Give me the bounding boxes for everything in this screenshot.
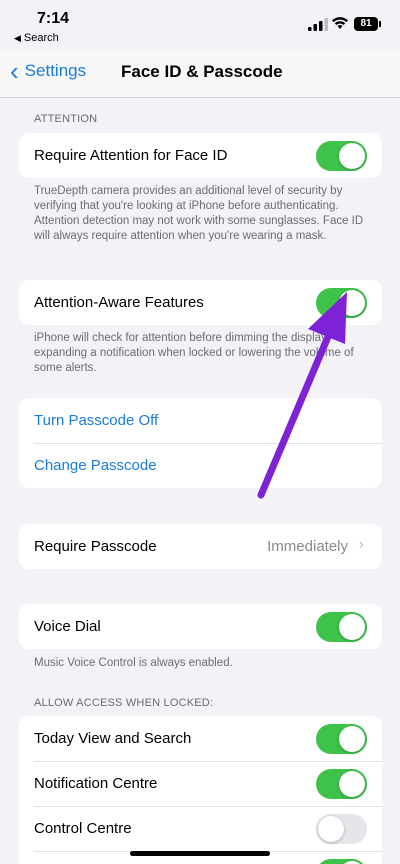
require-passcode-row[interactable]: Require Passcode Immediately ›	[19, 524, 382, 569]
chevron-right-icon: ›	[358, 536, 364, 553]
battery-indicator: 81	[354, 17, 378, 31]
require-attention-footer: TrueDepth camera provides an additional …	[34, 185, 364, 242]
require-passcode-value: Immediately	[267, 538, 348, 555]
home-indicator	[130, 851, 270, 856]
wifi-icon	[332, 17, 348, 29]
control-centre-label: Control Centre	[34, 820, 132, 837]
toggle-knob	[339, 614, 365, 640]
attention-aware-toggle[interactable]	[316, 288, 367, 318]
locked-access-row-today-view: Today View and Search	[19, 716, 382, 761]
notification-centre-label: Notification Centre	[34, 775, 158, 792]
require-passcode-group: Require Passcode Immediately ›	[19, 524, 382, 569]
require-attention-group: Require Attention for Face ID	[19, 133, 382, 178]
back-button-label: Settings	[24, 61, 87, 80]
status-time: 7:14	[37, 10, 70, 27]
section-header-locked-access: ALLOW ACCESS WHEN LOCKED:	[34, 697, 214, 709]
today-view-label: Today View and Search	[34, 730, 192, 747]
battery-tip	[379, 21, 381, 27]
require-attention-toggle[interactable]	[316, 141, 367, 171]
locked-access-group: Today View and Search Notification Centr…	[19, 716, 382, 864]
voice-dial-toggle[interactable]	[316, 612, 367, 642]
turn-passcode-off-row[interactable]: Turn Passcode Off	[19, 398, 382, 443]
attention-aware-row: Attention-Aware Features	[19, 280, 382, 325]
turn-passcode-off-label: Turn Passcode Off	[34, 412, 159, 429]
notification-centre-toggle[interactable]	[316, 769, 367, 799]
control-centre-toggle[interactable]	[316, 814, 367, 844]
back-button[interactable]: ‹ Settings	[10, 56, 87, 86]
toggle-knob	[318, 816, 344, 842]
voice-dial-row: Voice Dial	[19, 604, 382, 649]
locked-access-row-notification-centre: Notification Centre	[19, 761, 382, 806]
cellular-signal-icon	[308, 18, 328, 31]
require-passcode-label: Require Passcode	[34, 538, 157, 555]
voice-dial-label: Voice Dial	[34, 618, 101, 635]
status-bar: 7:14 ◀ Search 81	[0, 0, 400, 50]
back-app-label: Search	[23, 32, 59, 44]
page-title: Face ID & Passcode	[121, 62, 283, 81]
toggle-knob	[339, 726, 365, 752]
attention-aware-group: Attention-Aware Features	[19, 280, 382, 325]
toggle-knob	[339, 290, 365, 316]
section-header-attention: ATTENTION	[34, 113, 98, 125]
attention-aware-footer: iPhone will check for attention before d…	[34, 332, 354, 374]
back-triangle-icon: ◀	[14, 33, 21, 43]
passcode-actions-group: Turn Passcode Off Change Passcode	[19, 398, 382, 488]
chevron-left-icon: ‹	[10, 56, 19, 86]
next-toggle-partial[interactable]	[316, 859, 367, 864]
change-passcode-label: Change Passcode	[34, 457, 157, 474]
voice-dial-footer: Music Voice Control is always enabled.	[34, 657, 233, 669]
today-view-toggle[interactable]	[316, 724, 367, 754]
require-attention-label: Require Attention for Face ID	[34, 147, 228, 164]
voice-dial-group: Voice Dial	[19, 604, 382, 649]
toggle-knob	[339, 143, 365, 169]
attention-aware-label: Attention-Aware Features	[34, 294, 204, 311]
change-passcode-row[interactable]: Change Passcode	[19, 443, 382, 488]
back-to-search-link[interactable]: ◀ Search	[14, 32, 59, 44]
toggle-knob	[339, 771, 365, 797]
navigation-bar: ‹ Settings Face ID & Passcode	[0, 50, 400, 98]
locked-access-row-control-centre: Control Centre	[19, 806, 382, 851]
require-attention-row: Require Attention for Face ID	[19, 133, 382, 178]
